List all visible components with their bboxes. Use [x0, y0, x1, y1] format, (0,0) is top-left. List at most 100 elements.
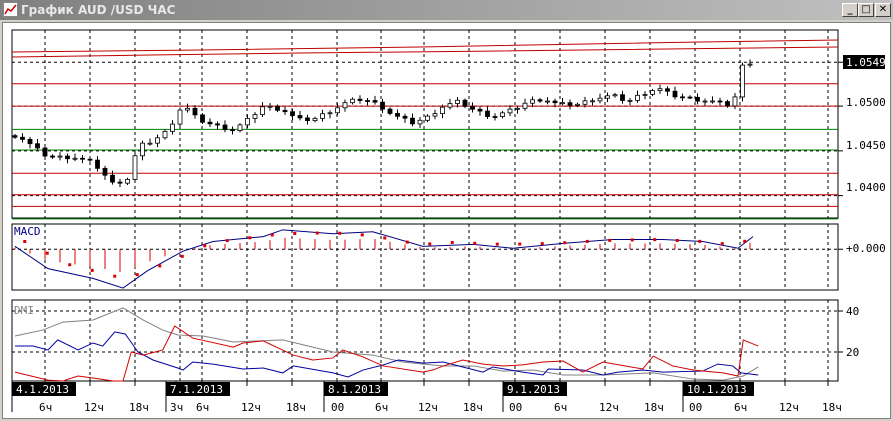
macd-signal-dot [338, 231, 342, 235]
candle-body [185, 107, 190, 111]
time-label: 18ч [286, 401, 306, 414]
candle-body [282, 109, 288, 113]
candle-body [162, 130, 168, 139]
date-label: 10.1.2013 [687, 383, 747, 396]
candle-body [207, 121, 213, 125]
candle-body [297, 115, 303, 119]
macd-signal-dot [743, 239, 747, 243]
candle-body [395, 113, 400, 117]
macd-signal-dot [428, 242, 432, 246]
candle-body [140, 142, 145, 157]
candle-body [230, 129, 235, 132]
candle-body [200, 114, 205, 123]
candle-body [275, 105, 280, 111]
time-label: 6ч [39, 401, 52, 414]
candle-body [582, 100, 588, 105]
macd-signal-dot [248, 236, 252, 240]
time-label: 12ч [779, 401, 799, 414]
candle-body [147, 142, 153, 145]
candle-body [365, 100, 370, 102]
candle-body [87, 158, 93, 161]
chart-canvas[interactable]: 1.0549 1.0500 1.0450 1.0400 MACD +0.000 … [0, 0, 893, 421]
candle-body [552, 100, 558, 104]
candle-body [620, 94, 625, 101]
macd-signal-dot [608, 238, 612, 242]
time-label: 12ч [418, 401, 438, 414]
candle-body [57, 155, 63, 158]
time-label: 00 [331, 401, 344, 414]
candle-body [635, 94, 640, 101]
candle-body [177, 109, 183, 125]
candle-body [222, 124, 228, 131]
current-price-label: 1.0549 [846, 56, 886, 69]
candle-body [335, 107, 340, 114]
candle-body [740, 64, 745, 98]
candle-body [695, 96, 700, 102]
dmi-pane [11, 299, 839, 382]
candle-body [725, 101, 730, 107]
macd-signal-dot [540, 242, 544, 246]
macd-signal-dot [518, 242, 522, 246]
macd-signal-dot [585, 239, 589, 243]
macd-signal-dot [405, 240, 409, 244]
macd-signal-dot [158, 264, 162, 268]
macd-signal-dot [68, 263, 72, 267]
candle-body [72, 157, 78, 160]
candle-body [410, 117, 415, 125]
macd-signal-dot [450, 240, 454, 244]
candle-body [117, 181, 123, 184]
price-label: 1.0450 [846, 139, 886, 152]
candle-body [732, 96, 738, 107]
candle-body [170, 123, 175, 132]
candle-body [357, 98, 363, 101]
macd-signal-dot [45, 251, 49, 255]
candle-body [747, 63, 753, 66]
candle-body [95, 159, 100, 169]
macd-signal-dot [113, 274, 117, 278]
date-label: 4.1.2013 [16, 383, 69, 396]
candle-body [342, 102, 348, 109]
price-pane [11, 29, 839, 219]
macd-signal-dot [495, 242, 499, 246]
time-label: 6ч [554, 401, 567, 414]
candle-body [125, 179, 130, 184]
candle-body [590, 100, 595, 103]
time-label: 12ч [599, 401, 619, 414]
macd-signal-dot [360, 233, 364, 237]
time-label: 6ч [196, 401, 209, 414]
candle-body [65, 155, 70, 160]
time-label: 18ч [129, 401, 149, 414]
candle-body [687, 96, 693, 99]
candle-body [102, 167, 108, 176]
candle-body [327, 112, 333, 115]
candle-body [522, 102, 528, 109]
time-label: 6ч [375, 401, 388, 414]
candle-body [605, 95, 610, 99]
candle-body [417, 119, 423, 125]
time-label: 3ч [170, 401, 183, 414]
time-label: 00 [509, 401, 522, 414]
macd-signal-dot [203, 244, 207, 248]
macd-signal-dot [630, 238, 634, 242]
candle-body [110, 174, 115, 183]
candle-body [380, 101, 385, 110]
candle-body [252, 114, 258, 119]
macd-label: MACD [14, 225, 41, 238]
candle-body [500, 112, 505, 117]
macd-pane [11, 223, 839, 291]
time-label: 18ч [644, 401, 664, 414]
candle-body [192, 107, 198, 116]
candle-body [245, 118, 250, 126]
macd-signal-dot [90, 268, 94, 272]
candle-body [290, 111, 295, 116]
candle-body [132, 155, 138, 180]
dmi-axis-label: 40 [846, 305, 859, 318]
candle-body [20, 136, 25, 140]
candle-body [320, 113, 325, 119]
macd-zero-label: +0.000 [846, 242, 886, 255]
candle-body [545, 100, 550, 103]
candle-body [537, 99, 543, 102]
candle-body [447, 103, 453, 108]
candle-body [560, 102, 565, 105]
candle-body [530, 99, 535, 104]
